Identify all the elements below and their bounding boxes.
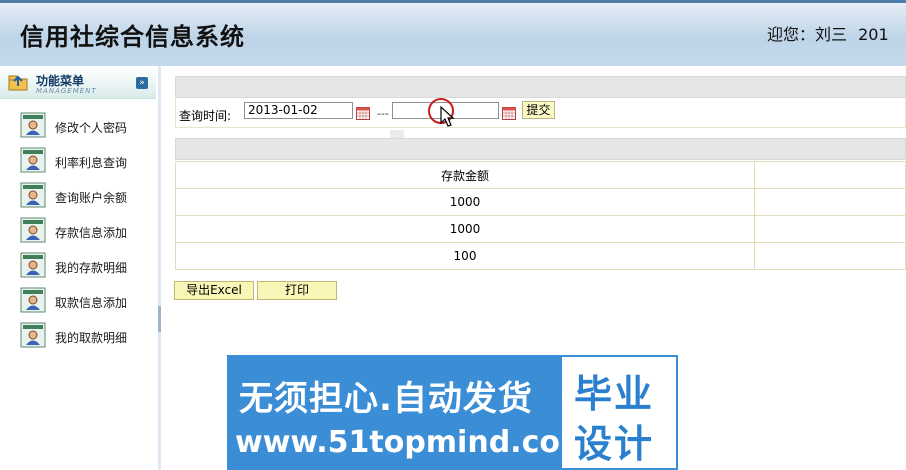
column-header-amount: 存款金额: [175, 161, 755, 189]
table-header-row: 存款金额: [175, 161, 906, 189]
user-card-icon: [20, 322, 46, 348]
sidebar-item-add-deposit[interactable]: 存款信息添加: [20, 217, 150, 247]
app-title: 信用社综合信息系统: [20, 23, 245, 51]
sidebar-item-withdrawal-details[interactable]: 我的取款明细: [20, 322, 150, 352]
table-row: 1000: [175, 188, 906, 216]
user-card-icon: [20, 252, 46, 278]
table-row: 100: [175, 242, 906, 270]
cell-amount: 1000: [175, 215, 755, 243]
cell-extra: [754, 215, 906, 243]
sidebar-item-label: 查询账户余额: [55, 191, 128, 205]
menu-header: 功能菜单 MANAGEMENT »: [0, 68, 156, 99]
cell-amount: 100: [175, 242, 755, 270]
print-button[interactable]: 打印: [257, 281, 337, 300]
date-separator: ---: [377, 107, 389, 120]
sidebar-item-change-password[interactable]: 修改个人密码: [20, 112, 150, 142]
welcome-text: 迎您：刘三 201: [767, 21, 895, 45]
user-card-icon: [20, 112, 46, 138]
watermark-url: www.51topmind.com: [235, 425, 592, 460]
results-title-bar: [175, 138, 906, 160]
watermark-right-line2: 设计: [574, 422, 655, 466]
menu-collapse-button[interactable]: »: [136, 77, 148, 89]
export-excel-button[interactable]: 导出Excel: [174, 281, 254, 300]
watermark-right-line1: 毕业: [574, 372, 655, 416]
cell-extra: [754, 242, 906, 270]
welcome-year: 201: [858, 25, 889, 44]
user-card-icon: [20, 147, 46, 173]
sidebar-item-label: 利率利息查询: [55, 156, 128, 170]
table-row: 1000: [175, 215, 906, 243]
results-table: 存款金额 1000 1000 100: [175, 161, 906, 270]
sidebar-item-label: 修改个人密码: [55, 121, 128, 135]
folder-upload-icon: [8, 75, 28, 91]
query-title-bar: [175, 76, 906, 98]
welcome-user: 迎您：刘三: [767, 25, 848, 44]
user-card-icon: [20, 182, 46, 208]
sidebar: 功能菜单 MANAGEMENT » 修改个人密码 利率利息查询 查询账户余额 存…: [0, 66, 159, 470]
watermark-left-panel: 无须担心.自动发货 www.51topmind.com: [227, 355, 591, 470]
menu-subtitle: MANAGEMENT: [36, 87, 97, 95]
column-header-extra: [754, 161, 906, 189]
start-date-input[interactable]: 2013-01-02: [244, 102, 353, 119]
watermark-banner: 无须担心.自动发货 www.51topmind.com 毕业 设计: [227, 355, 678, 470]
sidebar-item-label: 存款信息添加: [55, 226, 128, 240]
cell-extra: [754, 188, 906, 216]
user-card-icon: [20, 287, 46, 313]
sidebar-item-label: 取款信息添加: [55, 296, 128, 310]
cell-amount: 1000: [175, 188, 755, 216]
mouse-cursor-icon: [440, 106, 455, 127]
sidebar-item-add-withdrawal[interactable]: 取款信息添加: [20, 287, 150, 317]
query-time-label: 查询时间:: [179, 109, 232, 123]
watermark-slogan: 无须担心.自动发货: [239, 379, 533, 419]
sidebar-item-rate-query[interactable]: 利率利息查询: [20, 147, 150, 177]
app-header: 信用社综合信息系统 迎您：刘三 201: [0, 0, 906, 66]
user-card-icon: [20, 217, 46, 243]
sidebar-item-label: 我的存款明细: [55, 261, 128, 275]
sidebar-item-balance-query[interactable]: 查询账户余额: [20, 182, 150, 212]
sidebar-item-deposit-details[interactable]: 我的存款明细: [20, 252, 150, 282]
query-row: 查询时间: 2013-01-02 --- 提交: [175, 98, 906, 128]
calendar-icon[interactable]: [502, 107, 516, 120]
watermark-right-panel: 毕业 设计: [560, 355, 678, 470]
sidebar-item-label: 我的取款明细: [55, 331, 128, 345]
submit-button[interactable]: 提交: [522, 101, 555, 119]
calendar-icon[interactable]: [356, 107, 370, 120]
